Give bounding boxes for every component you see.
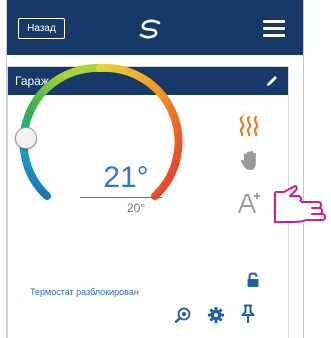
hamburger-menu-icon[interactable]: [263, 20, 285, 38]
auto-a-plus-icon[interactable]: [237, 191, 261, 215]
back-button[interactable]: Назад: [18, 18, 65, 39]
search-zoom-icon[interactable]: [174, 306, 192, 324]
pin-icon[interactable]: [241, 304, 255, 324]
pointing-hand-icon: [274, 185, 326, 223]
thermostat-status: Термостат разблокирован: [30, 287, 139, 297]
temperature-divider: [80, 197, 162, 198]
manual-hand-icon[interactable]: [240, 149, 260, 173]
settings-gear-icon[interactable]: [207, 306, 225, 324]
current-temperature: 21°: [103, 161, 149, 194]
set-temperature: 20°: [127, 201, 146, 215]
swirl-logo-icon: [139, 19, 161, 39]
pencil-icon[interactable]: [264, 73, 280, 89]
heating-icon[interactable]: [237, 114, 261, 138]
unlocked-padlock-icon[interactable]: [246, 272, 260, 288]
